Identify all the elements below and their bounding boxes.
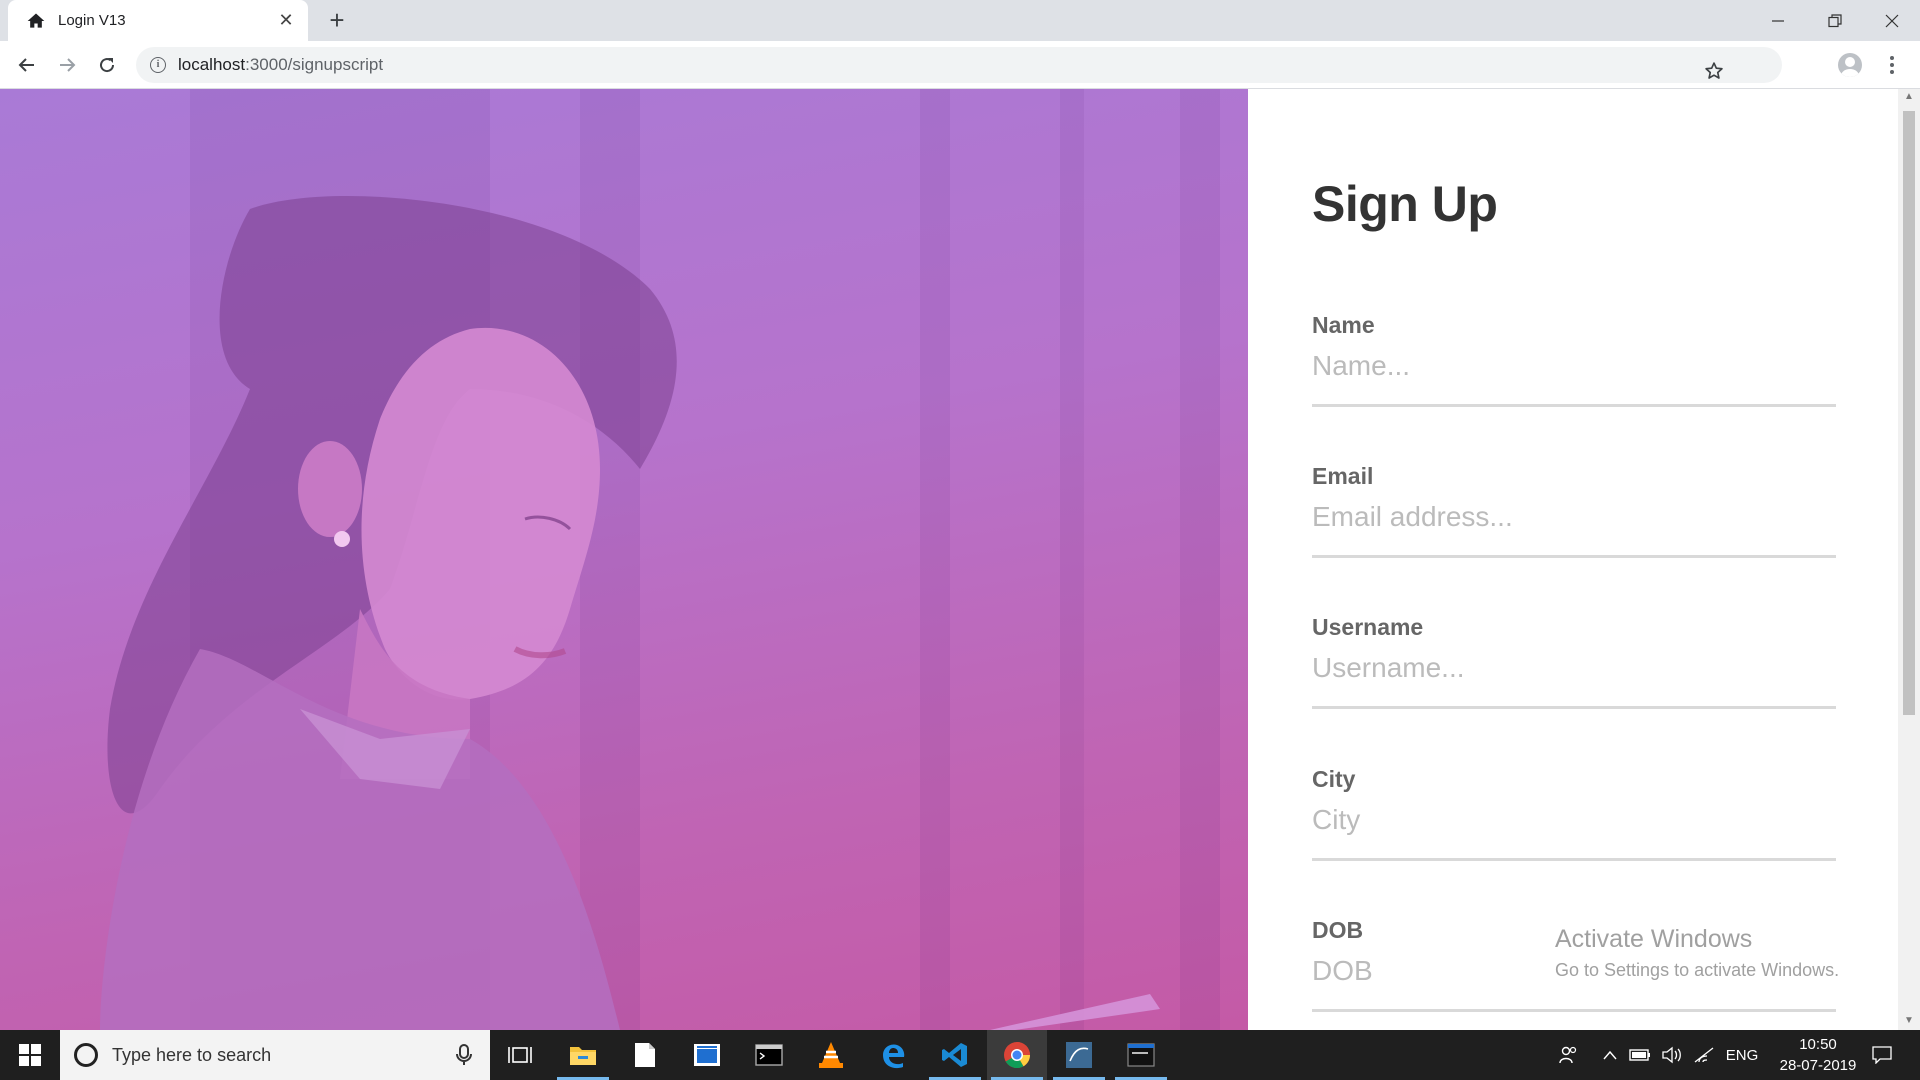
- notepad-icon[interactable]: [615, 1030, 675, 1080]
- name-field: Name: [1312, 312, 1836, 408]
- close-tab-icon[interactable]: ✕: [276, 10, 296, 31]
- windows-taskbar: Type here to search ENG 10:50 28-07-2019: [0, 1030, 1920, 1080]
- city-input[interactable]: [1312, 798, 1836, 842]
- mysql-workbench-icon[interactable]: [1049, 1030, 1109, 1080]
- dob-label: DOB: [1312, 917, 1364, 943]
- minimize-icon: [1771, 19, 1784, 22]
- chrome-icon[interactable]: [987, 1030, 1047, 1080]
- city-field: City: [1312, 766, 1836, 862]
- star-icon: [1705, 62, 1723, 79]
- close-icon: [1885, 14, 1898, 27]
- search-placeholder: Type here to search: [112, 1044, 272, 1065]
- arrow-right-icon: [60, 58, 76, 72]
- home-icon: [27, 13, 45, 28]
- system-clock[interactable]: 10:50 28-07-2019: [1768, 1030, 1868, 1080]
- clock-date: 28-07-2019: [1779, 1057, 1857, 1074]
- file-explorer-icon[interactable]: [553, 1030, 613, 1080]
- close-window-button[interactable]: [1863, 0, 1920, 41]
- activate-windows-watermark: Activate Windows Go to Settings to activ…: [1555, 925, 1839, 981]
- tab-title: Login V13: [58, 12, 126, 29]
- email-label: Email: [1312, 463, 1374, 489]
- scrollbar-thumb[interactable]: [1903, 111, 1915, 715]
- url-path: :3000/signupscript: [245, 55, 384, 74]
- people-icon[interactable]: [1550, 1030, 1586, 1080]
- terminal-icon[interactable]: [739, 1030, 799, 1080]
- reload-button[interactable]: [91, 49, 123, 81]
- windows-logo-icon: [19, 1044, 41, 1066]
- info-icon[interactable]: i: [150, 57, 166, 73]
- browser-toolbar: i localhost:3000/signupscript: [0, 41, 1920, 89]
- username-input[interactable]: [1312, 646, 1836, 690]
- dob-underline: [1312, 1009, 1836, 1012]
- notifications-icon[interactable]: [1862, 1030, 1902, 1080]
- edge-icon[interactable]: [863, 1030, 923, 1080]
- vlc-icon[interactable]: [801, 1030, 861, 1080]
- bookmark-button[interactable]: [1698, 55, 1730, 87]
- page-viewport: Sign Up Name Email Username City DOB: [0, 89, 1920, 1030]
- signup-form-panel: Sign Up Name Email Username City DOB: [1248, 89, 1898, 1030]
- cortana-icon: [74, 1043, 98, 1067]
- clock-time: 10:50: [1799, 1036, 1837, 1053]
- watermark-title: Activate Windows: [1555, 925, 1753, 953]
- language-indicator[interactable]: ENG: [1722, 1030, 1762, 1080]
- name-underline: [1312, 404, 1836, 407]
- battery-icon[interactable]: [1626, 1030, 1654, 1080]
- restore-icon: [1827, 13, 1842, 27]
- menu-kebab-icon[interactable]: [1880, 53, 1904, 77]
- vscode-icon[interactable]: [925, 1030, 985, 1080]
- taskbar-search-box[interactable]: Type here to search: [60, 1030, 490, 1080]
- username-label: Username: [1312, 614, 1424, 640]
- microphone-icon[interactable]: [450, 1041, 478, 1069]
- hero-image: [0, 89, 1248, 1030]
- city-label: City: [1312, 766, 1356, 792]
- start-button[interactable]: [0, 1030, 60, 1080]
- email-field: Email: [1312, 463, 1836, 559]
- mysql-shell-icon[interactable]: [1111, 1030, 1171, 1080]
- email-input[interactable]: [1312, 495, 1836, 539]
- scroll-up-icon[interactable]: ▲: [1903, 91, 1915, 103]
- new-tab-button[interactable]: +: [322, 6, 352, 36]
- name-label: Name: [1312, 312, 1375, 338]
- volume-icon[interactable]: [1658, 1030, 1686, 1080]
- browser-tab-strip: Login V13 ✕ +: [0, 0, 1920, 41]
- address-bar[interactable]: i localhost:3000/signupscript: [136, 47, 1782, 83]
- username-field: Username: [1312, 614, 1836, 710]
- url-text: localhost:3000/signupscript: [178, 55, 383, 75]
- task-view-icon[interactable]: [490, 1030, 550, 1080]
- page-scrollbar[interactable]: ▲ ▼: [1898, 89, 1920, 1030]
- username-underline: [1312, 706, 1836, 709]
- page-title: Sign Up: [1312, 176, 1498, 232]
- scroll-down-icon[interactable]: ▼: [1903, 1015, 1915, 1027]
- wifi-icon[interactable]: [1690, 1030, 1718, 1080]
- forward-button[interactable]: [51, 49, 83, 81]
- reload-icon: [100, 58, 115, 73]
- watermark-subtitle: Go to Settings to activate Windows.: [1555, 960, 1840, 980]
- browser-tab[interactable]: Login V13 ✕: [8, 0, 308, 41]
- profile-avatar-icon[interactable]: [1838, 53, 1862, 77]
- minimize-button[interactable]: [1749, 0, 1806, 41]
- restore-button[interactable]: [1806, 0, 1863, 41]
- city-underline: [1312, 858, 1836, 861]
- store-icon[interactable]: [677, 1030, 737, 1080]
- arrow-left-icon: [18, 58, 34, 72]
- woman-with-tablet-illustration: [100, 195, 1160, 1030]
- email-underline: [1312, 555, 1836, 558]
- name-input[interactable]: [1312, 344, 1836, 388]
- chevron-up-icon[interactable]: [1598, 1030, 1622, 1080]
- back-button[interactable]: [11, 49, 43, 81]
- url-host: localhost: [178, 55, 246, 74]
